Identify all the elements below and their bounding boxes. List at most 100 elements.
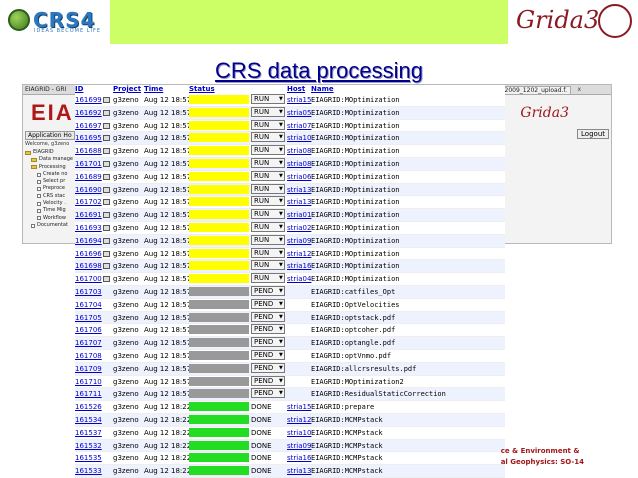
job-info-icon[interactable]	[103, 148, 110, 155]
column-header-project[interactable]: Project	[113, 85, 141, 93]
job-id-link[interactable]: 161706	[75, 326, 102, 334]
browser-tab-eiagrid[interactable]: EIAGRID - GRI	[25, 86, 66, 93]
job-id-link[interactable]: 161697	[75, 122, 102, 130]
job-host-link[interactable]: stria09	[287, 442, 311, 450]
tree-item[interactable]: Data manage	[25, 156, 73, 163]
job-host-link[interactable]: stria16	[287, 454, 311, 462]
crs4-logo-area: CRS4 IDEAS BECOME LIFE	[0, 0, 110, 44]
job-id-link[interactable]: 161701	[75, 160, 102, 168]
job-host-link[interactable]: stria12	[287, 416, 311, 424]
job-id-link[interactable]: 161693	[75, 224, 102, 232]
job-host-link[interactable]: stria15	[287, 96, 311, 104]
column-header-name[interactable]: Name	[311, 85, 334, 93]
job-host-link[interactable]: stria10	[287, 134, 311, 142]
job-id-link[interactable]: 161704	[75, 301, 102, 309]
job-info-icon[interactable]	[103, 276, 110, 283]
column-header-id[interactable]: ID	[75, 85, 83, 93]
tree-item[interactable]: Documentat	[25, 222, 73, 229]
logout-button[interactable]: Logout	[577, 129, 609, 139]
job-id-link[interactable]: 161711	[75, 390, 102, 398]
job-id-link[interactable]: 161700	[75, 275, 102, 283]
job-info-icon[interactable]	[103, 263, 110, 270]
column-header-host[interactable]: Host	[287, 85, 305, 93]
job-id-link[interactable]: 161708	[75, 352, 102, 360]
job-info-icon[interactable]	[103, 160, 110, 167]
job-info-icon[interactable]	[103, 109, 110, 116]
job-host-link[interactable]: stria10	[287, 429, 311, 437]
job-id-link[interactable]: 161702	[75, 198, 102, 206]
job-info-icon[interactable]	[103, 250, 110, 257]
job-id-link[interactable]: 161709	[75, 365, 102, 373]
job-host-link[interactable]: stria08	[287, 160, 311, 168]
job-id-link[interactable]: 161695	[75, 134, 102, 142]
job-info-icon[interactable]	[103, 186, 110, 193]
job-info-icon[interactable]	[103, 199, 110, 206]
column-header-status[interactable]: Status	[189, 85, 215, 93]
tree-item[interactable]: Velocity .	[25, 200, 73, 207]
status-bar	[189, 210, 249, 220]
job-id-link[interactable]: 161699	[75, 96, 102, 104]
job-id-link[interactable]: 161535	[75, 454, 102, 462]
job-host-link[interactable]: stria01	[287, 211, 311, 219]
job-id-link[interactable]: 161533	[75, 467, 102, 475]
job-id-link[interactable]: 161537	[75, 429, 102, 437]
tree-item[interactable]: Create no	[25, 171, 73, 178]
job-id-link[interactable]: 161705	[75, 314, 102, 322]
folder-icon	[31, 157, 37, 162]
tree-item[interactable]: Time Mig	[25, 207, 73, 214]
job-name: EIAGRID:optVnmo.pdf	[311, 351, 392, 360]
job-host-link[interactable]: stria13	[287, 186, 311, 194]
job-host-link[interactable]: stria05	[287, 109, 311, 117]
table-row: 161692 g3zeno Aug 12 18:57 RUN ▼ stria05 EIAGR…	[75, 106, 505, 120]
column-header-time[interactable]: Time	[144, 85, 163, 93]
job-info-icon[interactable]	[103, 212, 110, 219]
job-id-link[interactable]: 161534	[75, 416, 102, 424]
job-host-link[interactable]: stria13	[287, 467, 311, 475]
job-host-link[interactable]: stria12	[287, 250, 311, 258]
table-row: 161533 g3zeno Aug 12 18:22 DONE stria13 EIAGR…	[75, 465, 505, 478]
job-info-icon[interactable]	[103, 135, 110, 142]
job-id-link[interactable]: 161707	[75, 339, 102, 347]
job-info-icon[interactable]	[103, 97, 110, 103]
page-icon	[37, 209, 41, 214]
job-id-link[interactable]: 161696	[75, 250, 102, 258]
job-id-link[interactable]: 161690	[75, 186, 102, 194]
job-id-link[interactable]: 161710	[75, 378, 102, 386]
job-host-link[interactable]: stria13	[287, 198, 311, 206]
job-host-link[interactable]: stria15	[287, 403, 311, 411]
job-host-link[interactable]: stria08	[287, 147, 311, 155]
job-id-link[interactable]: 161691	[75, 211, 102, 219]
job-info-icon[interactable]	[103, 122, 110, 129]
job-id-link[interactable]: 161698	[75, 262, 102, 270]
job-id-link[interactable]: 161703	[75, 288, 102, 296]
tree-item[interactable]: EIAGRID	[25, 149, 73, 156]
job-host-link[interactable]: stria04	[287, 275, 311, 283]
tree-item[interactable]: Processing	[25, 164, 73, 171]
tree-item[interactable]: Workflow	[25, 215, 73, 222]
job-name: EIAGRID:optstack.pdf	[311, 313, 396, 322]
job-info-icon[interactable]	[103, 224, 110, 231]
tree-item[interactable]: CRS stac	[25, 193, 73, 200]
job-id-link[interactable]: 161689	[75, 173, 102, 181]
job-id-link[interactable]: 161688	[75, 147, 102, 155]
job-id-link[interactable]: 161694	[75, 237, 102, 245]
job-host-link[interactable]: stria09	[287, 237, 311, 245]
tree-item[interactable]: Select pr	[25, 178, 73, 185]
job-info-icon[interactable]	[103, 173, 110, 180]
status-bar	[189, 350, 249, 360]
job-name: EIAGRID:MCMPstack	[311, 428, 383, 437]
application-home-button[interactable]: Application Ho	[25, 131, 75, 140]
job-host-link[interactable]: stria07	[287, 122, 311, 130]
job-id-link[interactable]: 161692	[75, 109, 102, 117]
tab-close-icon[interactable]: x	[577, 86, 581, 93]
job-project: g3zeno	[113, 275, 139, 284]
job-host-link[interactable]: stria16	[287, 262, 311, 270]
job-host-link[interactable]: stria06	[287, 173, 311, 181]
chevron-down-icon: ▼	[279, 275, 283, 282]
tree-item[interactable]: Preproce	[25, 185, 73, 192]
job-id-link[interactable]: 161526	[75, 403, 102, 411]
job-id-link[interactable]: 161532	[75, 442, 102, 450]
job-host-link[interactable]: stria02	[287, 224, 311, 232]
job-info-icon[interactable]	[103, 237, 110, 244]
chevron-down-icon: ▼	[279, 185, 283, 192]
